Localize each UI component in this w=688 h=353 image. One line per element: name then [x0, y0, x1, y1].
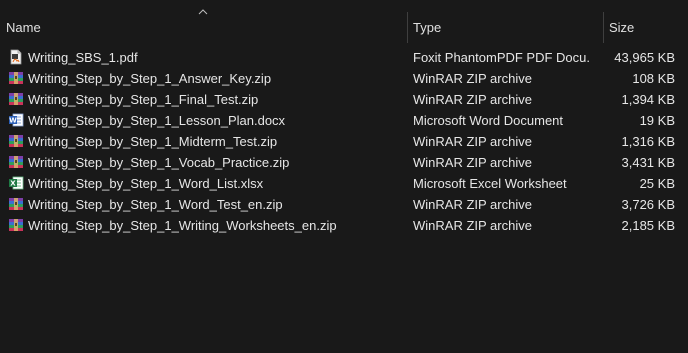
- file-size: 3,726 KB: [621, 197, 676, 212]
- file-row[interactable]: Writing_Step_by_Step_1_Final_Test.zip Win…: [0, 89, 688, 110]
- file-size: 108 KB: [632, 71, 675, 86]
- svg-text:X: X: [10, 180, 16, 188]
- file-type: WinRAR ZIP archive: [413, 134, 532, 149]
- file-name: Writing_Step_by_Step_1_Word_List.xlsx: [28, 176, 264, 191]
- file-name: Writing_SBS_1.pdf: [28, 50, 138, 65]
- file-size: 1,394 KB: [621, 92, 676, 107]
- file-size: 3,431 KB: [621, 155, 676, 170]
- file-name: Writing_Step_by_Step_1_Word_Test_en.zip: [28, 197, 283, 212]
- file-row[interactable]: Writing_Step_by_Step_1_Word_Test_en.zip W…: [0, 194, 688, 215]
- file-type: Microsoft Word Document: [413, 113, 564, 128]
- winrar-icon: [8, 91, 24, 107]
- file-name: Writing_Step_by_Step_1_Vocab_Practice.zi…: [28, 155, 290, 170]
- pdf-icon: [8, 49, 24, 65]
- file-list: Writing_SBS_1.pdf Foxit PhantomPDF PDF Do…: [0, 47, 688, 236]
- file-type: WinRAR ZIP archive: [413, 218, 532, 233]
- file-size: 2,185 KB: [621, 218, 676, 233]
- column-header-name[interactable]: Name: [0, 0, 407, 43]
- file-name: Writing_Step_by_Step_1_Final_Test.zip: [28, 92, 259, 107]
- file-row[interactable]: Writing_Step_by_Step_1_Answer_Key.zip Win…: [0, 68, 688, 89]
- column-header: Name Type Size: [0, 0, 688, 43]
- file-name: Writing_Step_by_Step_1_Midterm_Test.zip: [28, 134, 278, 149]
- file-type: Foxit PhantomPDF PDF Docu...: [413, 50, 591, 65]
- file-row[interactable]: W Writing_Step_by_Step_1_Lesson_Plan.doc…: [0, 110, 688, 131]
- word-icon: W: [8, 112, 24, 128]
- winrar-icon: [8, 133, 24, 149]
- file-row[interactable]: Writing_Step_by_Step_1_Writing_Worksheet…: [0, 215, 688, 236]
- file-type: WinRAR ZIP archive: [413, 71, 532, 86]
- file-type: WinRAR ZIP archive: [413, 197, 532, 212]
- file-row[interactable]: Writing_Step_by_Step_1_Midterm_Test.zip W…: [0, 131, 688, 152]
- file-size: 25 KB: [639, 176, 675, 191]
- file-name: Writing_Step_by_Step_1_Answer_Key.zip: [28, 71, 272, 86]
- file-row[interactable]: Writing_Step_by_Step_1_Vocab_Practice.zi…: [0, 152, 688, 173]
- column-header-type[interactable]: Type: [407, 0, 603, 43]
- file-explorer: Name Type Size Writing_SBS_1.pdf Foxit Ph…: [0, 0, 688, 353]
- file-name: Writing_Step_by_Step_1_Lesson_Plan.docx: [28, 113, 286, 128]
- file-name: Writing_Step_by_Step_1_Writing_Worksheet…: [28, 218, 337, 233]
- file-size: 1,316 KB: [621, 134, 676, 149]
- winrar-icon: [8, 217, 24, 233]
- file-type: WinRAR ZIP archive: [413, 92, 532, 107]
- svg-text:W: W: [9, 117, 17, 125]
- winrar-icon: [8, 154, 24, 170]
- winrar-icon: [8, 196, 24, 212]
- file-row[interactable]: Writing_SBS_1.pdf Foxit PhantomPDF PDF Do…: [0, 47, 688, 68]
- excel-icon: X: [8, 175, 24, 191]
- winrar-icon: [8, 70, 24, 86]
- file-row[interactable]: X Writing_Step_by_Step_1_Word_List.xlsx M…: [0, 173, 688, 194]
- file-type: WinRAR ZIP archive: [413, 155, 532, 170]
- column-header-size[interactable]: Size: [603, 0, 688, 43]
- file-size: 43,965 KB: [614, 50, 675, 65]
- file-size: 19 KB: [639, 113, 675, 128]
- file-type: Microsoft Excel Worksheet: [413, 176, 567, 191]
